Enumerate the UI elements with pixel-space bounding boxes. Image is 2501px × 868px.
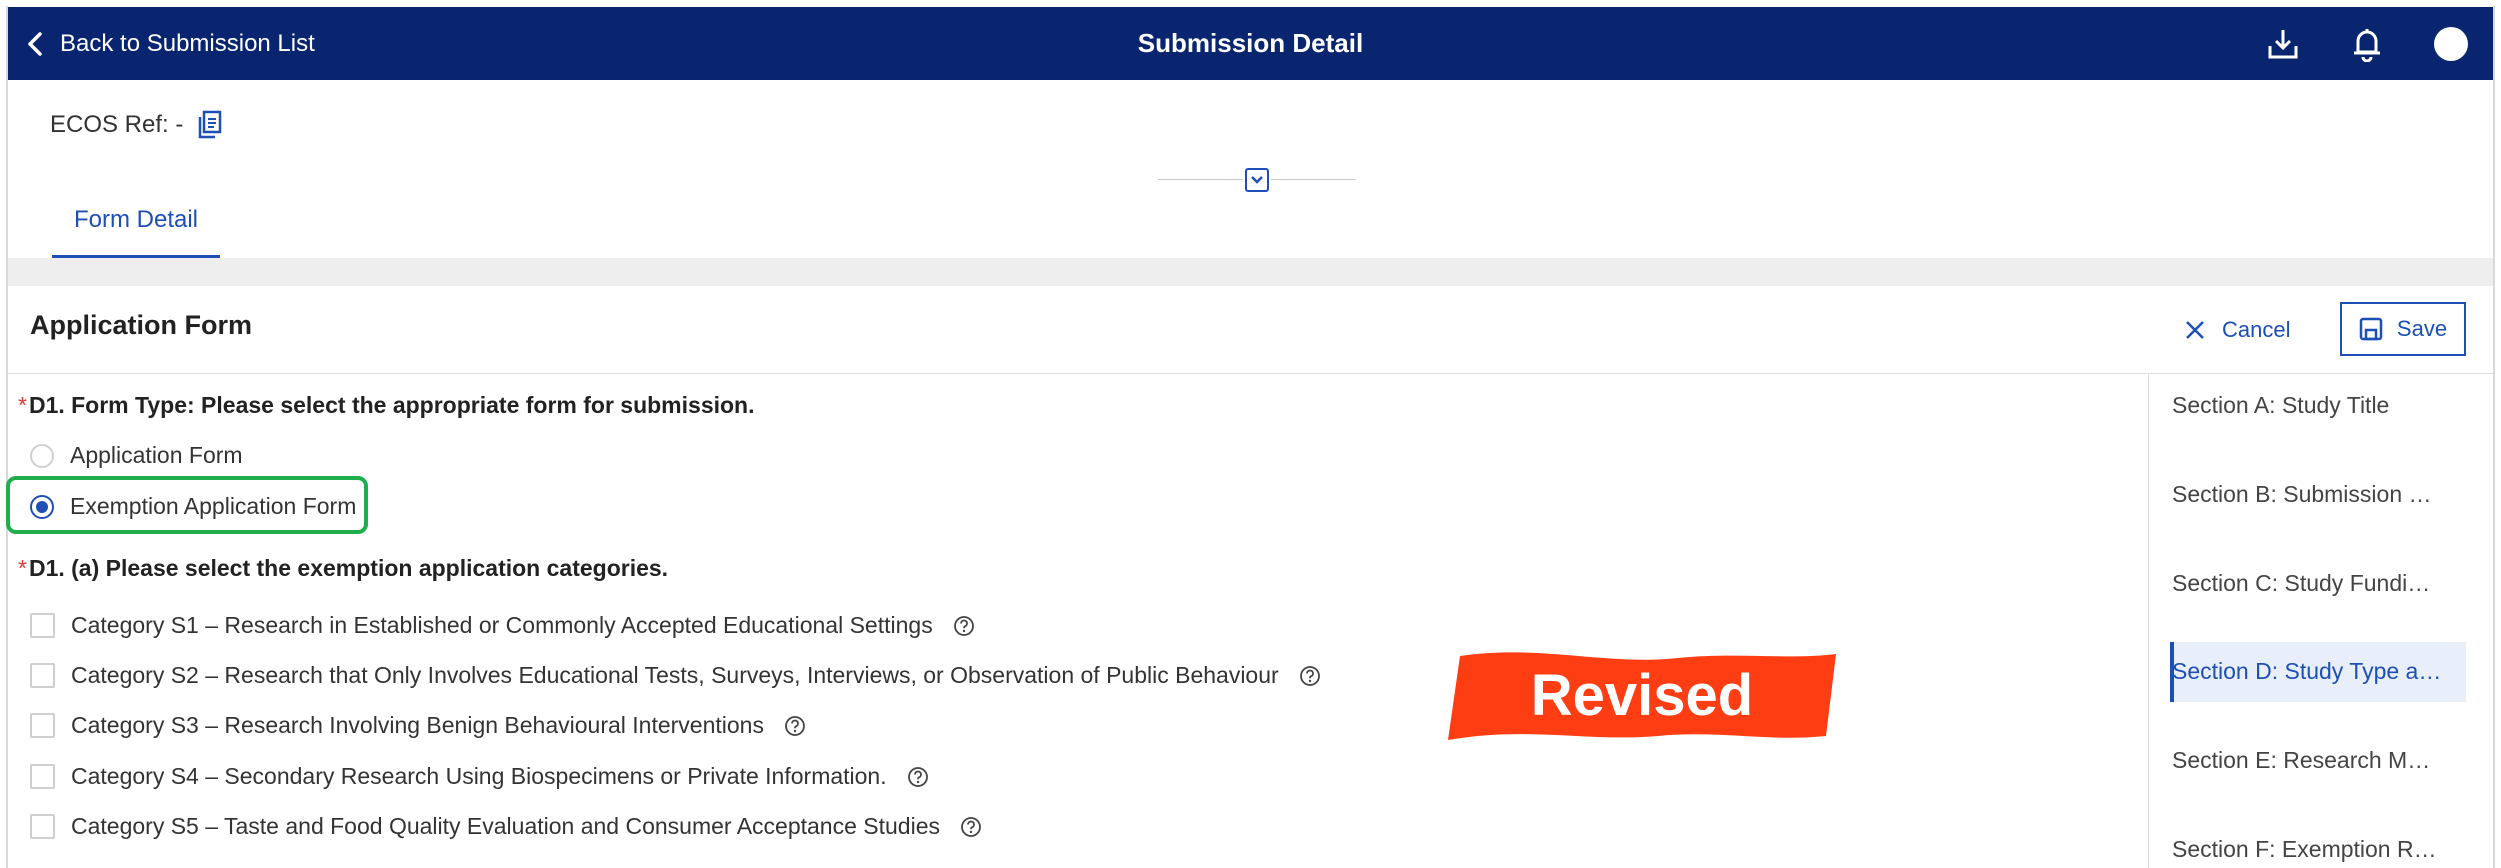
collapse-toggle (1158, 168, 1356, 192)
save-button[interactable]: Save (2340, 302, 2466, 356)
question-exemption-categories: *D1. (a) Please select the exemption app… (18, 555, 668, 582)
revised-label: Revised (1530, 663, 1754, 728)
bell-icon[interactable] (2347, 24, 2387, 64)
radio-application-form[interactable]: Application Form (30, 442, 243, 469)
checkbox-label: Category S4 – Secondary Research Using B… (71, 763, 887, 789)
required-mark: * (18, 392, 27, 418)
form-header-divider (8, 373, 2493, 374)
radio-button-selected[interactable] (30, 494, 54, 519)
radio-button[interactable] (30, 443, 54, 468)
checkbox-category-s3[interactable]: Category S3 – Research Involving Benign … (30, 712, 806, 739)
help-icon[interactable] (953, 615, 975, 637)
radio-label: Exemption Application Form (70, 493, 357, 519)
page-title: Submission Detail (1137, 28, 1364, 58)
checkbox-label: Category S5 – Taste and Food Quality Eva… (71, 813, 940, 839)
form-title: Application Form (30, 310, 252, 340)
ecos-ref: ECOS Ref: - (50, 110, 223, 140)
checkbox[interactable] (30, 764, 55, 789)
checkbox[interactable] (30, 713, 55, 738)
question-label: D1. (a) Please select the exemption appl… (28, 555, 669, 581)
tab-label: Form Detail (73, 206, 199, 233)
tab-form-detail[interactable]: Form Detail (52, 185, 220, 258)
checkbox-category-s2[interactable]: Category S2 – Research that Only Involve… (30, 662, 1321, 689)
collapse-button[interactable] (1245, 168, 1269, 192)
user-avatar[interactable] (2431, 24, 2471, 64)
top-header: Back to Submission List Submission Detai… (8, 7, 2493, 80)
radio-label: Application Form (70, 442, 243, 468)
section-link-a[interactable]: Section A: Study Title (2172, 392, 2472, 419)
save-label: Save (2396, 316, 2448, 341)
required-mark: * (18, 555, 27, 581)
avatar (2434, 26, 2468, 61)
cancel-button[interactable]: Cancel (2184, 310, 2290, 350)
close-icon (2186, 321, 2204, 339)
checkbox[interactable] (30, 814, 55, 839)
checkbox[interactable] (30, 613, 55, 638)
sections-divider (2148, 374, 2149, 868)
copy-icon[interactable] (197, 110, 223, 140)
ecos-ref-label: ECOS Ref: - (50, 111, 184, 138)
checkbox-category-s1[interactable]: Category S1 – Research in Established or… (30, 612, 975, 639)
revised-banner: Revised (1448, 650, 1836, 742)
chevron-down-icon (1251, 176, 1263, 184)
checkbox-category-s5[interactable]: Category S5 – Taste and Food Quality Eva… (30, 813, 982, 840)
checkbox-label: Category S1 – Research in Established or… (71, 612, 933, 638)
radio-exemption-application-form[interactable]: Exemption Application Form (30, 493, 356, 520)
save-icon (2359, 317, 2383, 341)
section-link-d[interactable]: Section D: Study Type a… (2172, 658, 2472, 685)
checkbox-label: Category S3 – Research Involving Benign … (71, 712, 764, 738)
question-form-type: *D1. Form Type: Please select the approp… (18, 392, 755, 419)
section-separator (8, 258, 2493, 286)
checkbox-category-s4[interactable]: Category S4 – Secondary Research Using B… (30, 763, 929, 790)
section-link-f[interactable]: Section F: Exemption R… (2172, 836, 2472, 863)
checkbox-label: Category S2 – Research that Only Involve… (71, 662, 1279, 688)
cancel-label: Cancel (2222, 317, 2291, 342)
download-icon[interactable] (2263, 24, 2303, 64)
divider-line (1158, 179, 1243, 180)
help-icon[interactable] (1299, 665, 1321, 687)
header-actions (2263, 7, 2471, 80)
help-icon[interactable] (960, 816, 982, 838)
section-link-b[interactable]: Section B: Submission … (2172, 481, 2472, 508)
section-link-c[interactable]: Section C: Study Fundi… (2172, 570, 2472, 597)
question-label: D1. Form Type: Please select the appropr… (28, 392, 755, 418)
help-icon[interactable] (907, 766, 929, 788)
divider-line (1271, 179, 1356, 180)
help-icon[interactable] (784, 715, 806, 737)
checkbox[interactable] (30, 663, 55, 688)
section-link-e[interactable]: Section E: Research M… (2172, 747, 2472, 774)
